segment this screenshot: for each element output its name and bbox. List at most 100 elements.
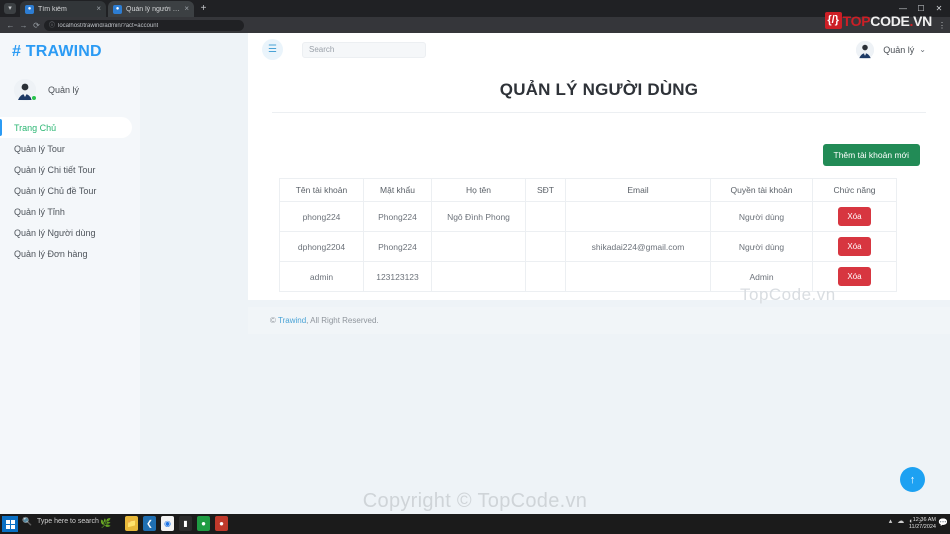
table-row: admin 123123123 Admin Xóa bbox=[279, 261, 897, 292]
notification-icon[interactable]: 💬 bbox=[938, 518, 948, 527]
close-icon[interactable]: × bbox=[184, 5, 189, 13]
scroll-to-top-button[interactable]: ↑ bbox=[900, 467, 925, 492]
sidebar-item-label: Quản lý Tỉnh bbox=[14, 206, 65, 217]
add-account-button[interactable]: Thêm tài khoản mới bbox=[822, 144, 920, 166]
tab-title: Tìm kiếm bbox=[38, 5, 67, 13]
address-bar[interactable]: ⓘ localhost/trawind/admin/?act=account bbox=[44, 20, 244, 31]
sidebar-profile-name: Quản lý bbox=[48, 85, 80, 95]
back-button[interactable]: ← bbox=[5, 20, 16, 31]
cell-role: Người dùng bbox=[710, 231, 813, 262]
new-tab-button[interactable]: + bbox=[198, 3, 209, 14]
users-table: Tên tài khoản Mật khẩu Họ tên SĐT Email … bbox=[279, 178, 897, 292]
sidebar-item-label: Quản lý Chủ đề Tour bbox=[14, 185, 97, 196]
forward-button[interactable]: → bbox=[18, 20, 29, 31]
cell-email bbox=[565, 261, 711, 292]
page-footer: © Trawind, All Right Reserved. bbox=[248, 307, 950, 334]
cell-actions: Xóa bbox=[812, 231, 897, 262]
sidebar-item-chu-de-tour[interactable]: Quản lý Chủ đề Tour bbox=[0, 180, 140, 201]
windows-logo-icon bbox=[5, 519, 15, 529]
hamburger-icon[interactable]: ☰ bbox=[262, 39, 283, 60]
vscode-icon[interactable]: ❮ bbox=[143, 516, 156, 531]
sidebar-item-quan-ly-tour[interactable]: Quản lý Tour bbox=[0, 138, 140, 159]
users-table-body: phong224 Phong224 Ngô Đình Phong Người d… bbox=[279, 201, 897, 292]
reload-button[interactable]: ⟳ bbox=[31, 20, 42, 31]
copyright-symbol: © bbox=[270, 316, 276, 325]
user-menu[interactable]: Quản lý ⌄ bbox=[856, 40, 926, 59]
terminal-icon[interactable]: ▮ bbox=[179, 516, 192, 531]
taskbar-pinned-apps: 📁 ❮ ◉ ▮ ● ● bbox=[125, 516, 228, 531]
start-button[interactable] bbox=[2, 516, 18, 532]
user-avatar-icon bbox=[856, 40, 875, 59]
cortana-icon[interactable]: 🌿 bbox=[100, 518, 111, 529]
delete-button[interactable]: Xóa bbox=[838, 207, 871, 226]
logo-top-text: TOP bbox=[842, 12, 871, 29]
brand-logo[interactable]: # TRAWIND bbox=[12, 43, 140, 61]
close-window-button[interactable]: ✕ bbox=[930, 1, 948, 16]
cell-password: Phong224 bbox=[363, 201, 432, 232]
browser-chrome: ▾ ● Tìm kiếm × ● Quản lý người dùng × + … bbox=[0, 0, 950, 33]
footer-text: © Trawind, All Right Reserved. bbox=[270, 316, 379, 325]
online-status-dot bbox=[31, 95, 37, 101]
taskbar-clock[interactable]: 12:36 AM 11/27/2024 bbox=[909, 517, 936, 531]
tab-list-button[interactable]: ▾ bbox=[4, 3, 16, 14]
sidebar: # TRAWIND Quản lý Trang Chủ Quản lý Tour… bbox=[0, 33, 140, 514]
browser-tab-search[interactable]: ● Tìm kiếm × bbox=[20, 1, 106, 17]
title-divider bbox=[272, 112, 926, 113]
browser-tab-user-management[interactable]: ● Quản lý người dùng × bbox=[108, 1, 194, 17]
close-icon[interactable]: × bbox=[96, 5, 101, 13]
cell-email bbox=[565, 201, 711, 232]
cell-phone bbox=[525, 201, 566, 232]
cell-fullname: Ngô Đình Phong bbox=[431, 201, 526, 232]
chevron-up-icon[interactable]: ▴ bbox=[889, 517, 893, 525]
clock-date: 11/27/2024 bbox=[908, 524, 936, 530]
tab-title: Quản lý người dùng bbox=[126, 5, 181, 13]
delete-button[interactable]: Xóa bbox=[838, 267, 871, 286]
chrome-icon[interactable]: ◉ bbox=[161, 516, 174, 531]
address-bar-url: localhost/trawind/admin/?act=account bbox=[58, 22, 159, 29]
footer-brand-link[interactable]: Trawind bbox=[278, 316, 306, 325]
taskbar-search[interactable]: 🔍 Type here to search bbox=[22, 517, 99, 526]
logo-vn-text: VN bbox=[913, 12, 932, 29]
cell-username: admin bbox=[279, 261, 364, 292]
sidebar-item-nguoi-dung[interactable]: Quản lý Người dùng bbox=[0, 222, 140, 243]
cloud-icon[interactable]: ☁ bbox=[897, 517, 904, 525]
file-explorer-icon[interactable]: 📁 bbox=[125, 516, 138, 531]
sidebar-item-trang-chu[interactable]: Trang Chủ bbox=[0, 117, 132, 138]
sidebar-item-tinh[interactable]: Quản lý Tỉnh bbox=[0, 201, 140, 222]
browser-tabstrip: ▾ ● Tìm kiếm × ● Quản lý người dùng × + … bbox=[0, 0, 950, 17]
sidebar-item-don-hang[interactable]: Quản lý Đơn hàng bbox=[0, 243, 140, 264]
logo-code-text: CODE bbox=[870, 12, 910, 29]
table-row: phong224 Phong224 Ngô Đình Phong Người d… bbox=[279, 201, 897, 232]
cell-password: Phong224 bbox=[363, 231, 432, 262]
footer-rest-text: , All Right Reserved. bbox=[306, 316, 379, 325]
cell-actions: Xóa bbox=[812, 201, 897, 232]
column-header-fullname: Họ tên bbox=[431, 178, 526, 202]
sidebar-profile[interactable]: Quản lý bbox=[14, 79, 140, 101]
info-circle-icon: ⓘ bbox=[49, 22, 56, 29]
app-favicon-icon: ● bbox=[113, 4, 122, 14]
avatar bbox=[856, 40, 875, 59]
arrow-up-icon: ↑ bbox=[909, 473, 916, 486]
cell-email: shikadai224@gmail.com bbox=[565, 231, 711, 262]
chevron-down-icon: ▾ bbox=[8, 5, 12, 12]
cell-actions: Xóa bbox=[812, 261, 897, 292]
user-menu-name: Quản lý bbox=[883, 44, 915, 55]
browser-menu-button[interactable]: ⋮ bbox=[938, 20, 946, 31]
search-input[interactable] bbox=[302, 41, 426, 58]
recorder-icon[interactable]: ● bbox=[215, 516, 228, 531]
topcode-mark-icon: {/} bbox=[824, 12, 842, 29]
main-area: ☰ Quản lý ⌄ QUẢN LÝ bbox=[140, 33, 950, 514]
sidebar-item-chi-tiet-tour[interactable]: Quản lý Chi tiết Tour bbox=[0, 159, 140, 180]
search-icon: 🔍 bbox=[22, 517, 32, 526]
cell-role: Admin bbox=[710, 261, 813, 292]
table-row: dphong2204 Phong224 shikadai224@gmail.co… bbox=[279, 231, 897, 262]
windows-taskbar: 🔍 Type here to search 🌿 📁 ❮ ◉ ▮ ● ● ▴ ☁ … bbox=[0, 514, 950, 534]
sidebar-item-label: Trang Chủ bbox=[14, 122, 57, 133]
delete-button[interactable]: Xóa bbox=[838, 237, 871, 256]
column-header-username: Tên tài khoản bbox=[279, 178, 364, 202]
sidebar-nav: Trang Chủ Quản lý Tour Quản lý Chi tiết … bbox=[0, 117, 140, 264]
sidebar-item-label: Quản lý Tour bbox=[14, 143, 65, 154]
page-viewport: # TRAWIND Quản lý Trang Chủ Quản lý Tour… bbox=[0, 33, 950, 514]
cell-phone bbox=[525, 231, 566, 262]
xampp-icon[interactable]: ● bbox=[197, 516, 210, 531]
